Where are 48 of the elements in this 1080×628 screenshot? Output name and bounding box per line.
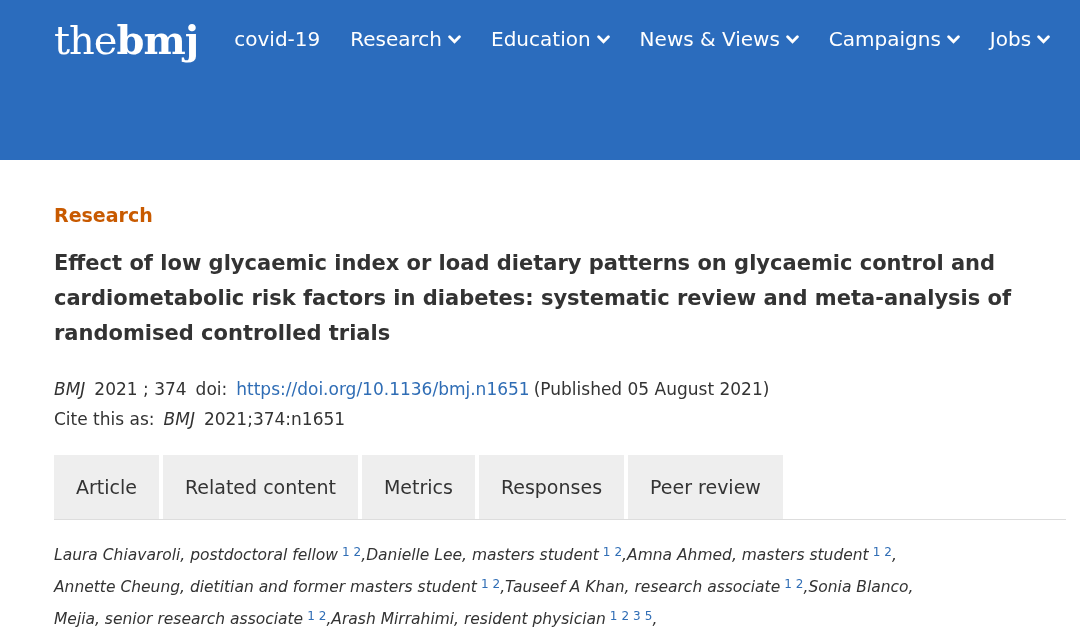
author-text: ,Sonia Blanco,	[803, 578, 914, 596]
affiliation-link[interactable]: 2	[353, 545, 362, 559]
article-title: Effect of low glycaemic index or load dietary patterns on glycaemic control and cardiometabolic risk factors in diabetes: systematic review and meta-analysis of randomised controlled trials	[54, 250, 1013, 347]
journal-name: BMJ	[163, 408, 195, 431]
affiliation-link[interactable]: 1	[609, 609, 618, 623]
doi-link[interactable]: https://doi.org/10.1136/bmj.n1651	[236, 377, 530, 401]
author-text: ,	[652, 610, 658, 628]
nav-link[interactable]: Education	[491, 27, 610, 51]
author-text: Annette Cheung, dietitian and former masters student	[54, 578, 477, 596]
author-text: ,	[891, 546, 897, 564]
affiliation-link[interactable]: 1	[341, 545, 350, 559]
affiliation-link[interactable]: 1	[480, 577, 489, 591]
journal-name: BMJ	[54, 378, 86, 401]
affiliation-link[interactable]: 2	[884, 545, 892, 559]
site-logo[interactable]: thebmj	[54, 15, 199, 63]
doi-label: doi:	[195, 378, 228, 401]
affiliation-link[interactable]: 1	[307, 609, 315, 623]
author-text: Laura Chiavaroli, postdoctoral fellow	[54, 546, 338, 564]
affiliation-link[interactable]: 1	[784, 577, 792, 591]
affiliation-link[interactable]: 1	[872, 545, 881, 559]
tab[interactable]: Article	[54, 455, 159, 519]
tab[interactable]: Responses	[478, 455, 625, 519]
tab[interactable]: Related content	[162, 455, 358, 519]
author-text: ,Tauseef A Khan, research associate	[500, 578, 781, 596]
nav-link[interactable]: Campaigns	[828, 27, 960, 51]
nav-link[interactable]: News & Views	[639, 27, 799, 51]
nav-link[interactable]: Research	[350, 27, 462, 51]
affiliation-link[interactable]: 3	[633, 609, 641, 623]
volume-text: 2021 ; 374	[94, 378, 187, 401]
affiliation-link[interactable]: 2	[795, 577, 804, 591]
cite-label: Cite this as:	[54, 408, 155, 431]
affiliation-link[interactable]: 2	[492, 577, 501, 591]
author-text: ,Arash Mirrahimi, resident physician	[326, 610, 606, 628]
tab[interactable]: Metrics	[361, 455, 475, 519]
published-date: (Published 05 August 2021)	[533, 378, 770, 401]
affiliation-link[interactable]: 5	[644, 609, 653, 623]
affiliation-link[interactable]: 2	[318, 609, 327, 623]
author-text: Mejia, senior research associate	[54, 610, 304, 628]
affiliation-link[interactable]: 2	[614, 545, 623, 559]
section-label: Research	[54, 204, 154, 226]
author-text: ,Amna Ahmed, masters student	[622, 546, 869, 564]
nav-link[interactable]: Jobs	[989, 27, 1051, 51]
affiliation-link[interactable]: 2	[621, 609, 630, 623]
affiliation-link[interactable]: 1	[602, 545, 611, 559]
citation-reference: 2021;374:n1651	[203, 408, 346, 431]
nav-link[interactable]: covid-19	[234, 27, 321, 51]
tab[interactable]: Peer review	[628, 455, 783, 519]
author-text: ,Danielle Lee, masters student	[361, 546, 599, 564]
